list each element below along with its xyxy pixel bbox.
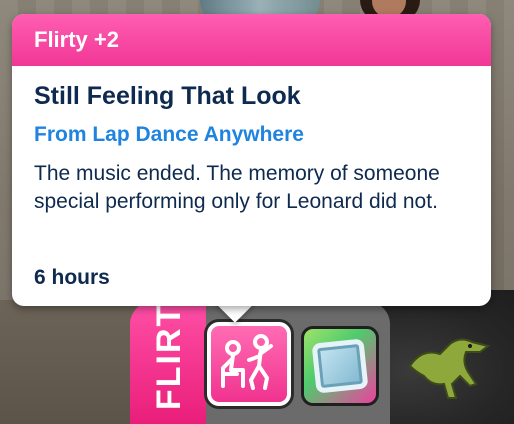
moodlet-title: Still Feeling That Look — [34, 82, 301, 110]
moodlet-lap-dance[interactable] — [207, 322, 291, 406]
background-floor — [0, 300, 140, 424]
moodlet-picture[interactable] — [301, 326, 379, 406]
emotion-strength-label: Flirty +2 — [34, 27, 119, 52]
lap-dance-icon — [221, 334, 273, 390]
moodlet-tooltip: Flirty +2 Still Feeling That Look From L… — [12, 14, 491, 306]
moodlet-description: The music ended. The memory of someone s… — [34, 162, 440, 213]
picture-frame-icon — [311, 338, 369, 394]
moodlet-duration: 6 hours — [34, 266, 110, 289]
dinosaur-print — [408, 338, 491, 399]
tooltip-header: Flirty +2 — [12, 14, 491, 66]
moodlet-source: From Lap Dance Anywhere — [34, 123, 304, 146]
